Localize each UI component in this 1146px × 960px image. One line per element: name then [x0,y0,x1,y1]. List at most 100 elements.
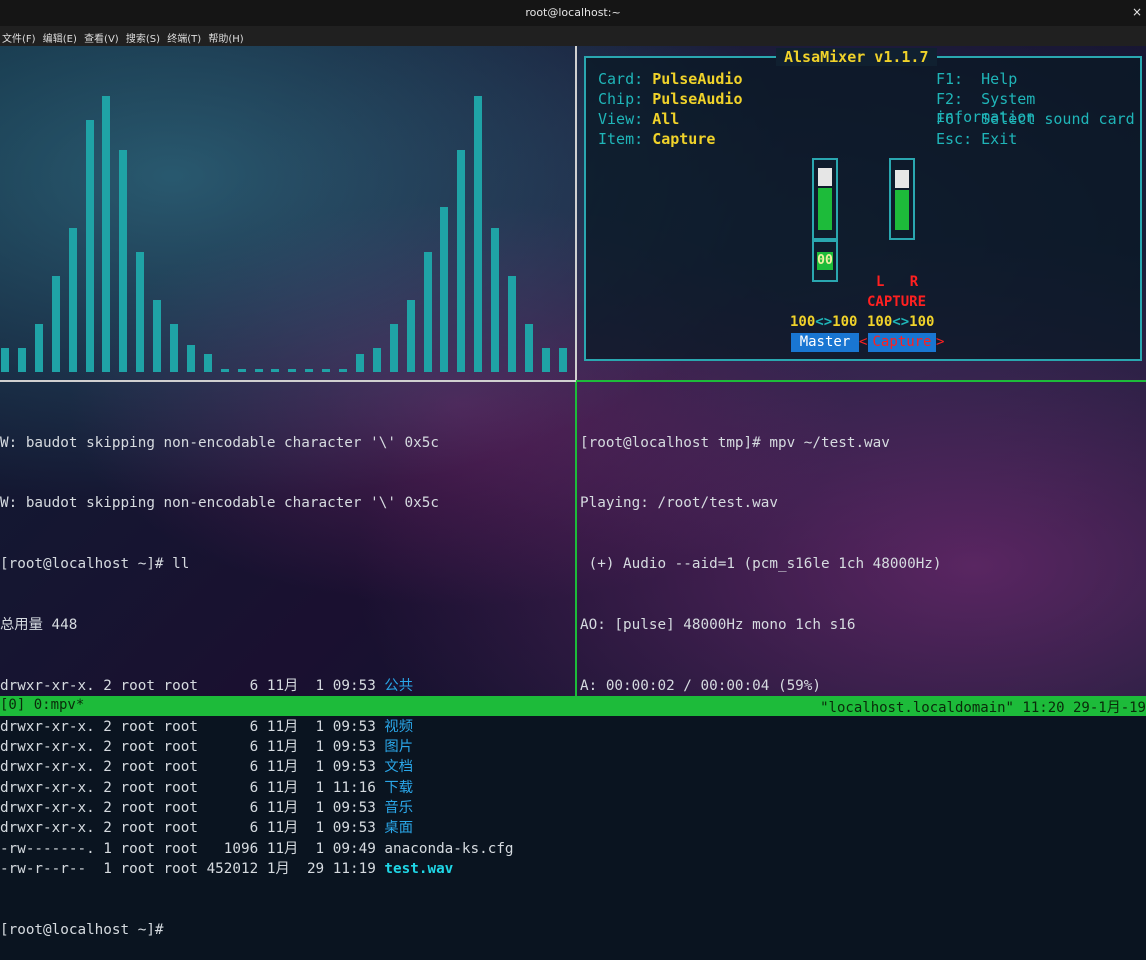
visualizer-bar [558,348,567,372]
visualizer-bar [491,228,500,372]
capture-lr-indicator: L R [876,274,919,290]
listing-row: -rw-------. 1 root root 1096 11月 1 09:49… [0,839,514,859]
listing-filename[interactable]: 下载 [384,780,413,796]
listing-meta: drwxr-xr-x. 2 root root 6 11月 1 09:53 [0,678,385,695]
visualizer-bar [372,348,381,372]
window-titlebar: root@localhost:~ × [0,0,1146,26]
listing-meta: drwxr-xr-x. 2 root root 6 11月 1 09:53 [0,739,385,756]
visualizer-bar [186,345,195,372]
pane-divider-horizontal-right-active[interactable] [576,380,1146,382]
terminal-line: [root@localhost ~]# ll [0,556,190,573]
master-value: 100<>100 [790,314,858,330]
visualizer-bar [322,369,331,372]
mixer-item-value: Capture [652,130,716,148]
master-mute-indicator: 00 [817,252,833,270]
listing-filename[interactable]: 音乐 [384,800,413,816]
listing-filename[interactable]: 公共 [384,678,413,694]
menu-search[interactable]: 搜索(S) [126,26,160,45]
tmux-status-bar: [0] 0:mpv* "localhost.localdomain" 11:20… [0,696,1146,716]
menu-view[interactable]: 查看(V) [84,26,119,45]
menu-terminal[interactable]: 终端(T) [167,26,201,45]
terminal-left-pane[interactable]: W: baudot skipping non-encodable charact… [0,392,514,960]
visualizer-bar [541,348,550,372]
listing-row: drwxr-xr-x. 2 root root 6 11月 1 09:53 公共 [0,676,514,696]
tmux-host-clock: "localhost.localdomain" 11:20 29-1月-19 [820,700,1146,716]
visualizer-bar [203,354,212,372]
listing-filename[interactable]: 视频 [384,719,413,735]
menu-file[interactable]: 文件(F) [2,26,36,45]
visualizer-bar [305,369,314,372]
close-icon[interactable]: × [1132,5,1142,19]
master-volume-slider[interactable] [812,158,838,240]
visualizer-bar [136,252,145,372]
terminal-line: 总用量 448 [0,617,78,634]
listing-row: drwxr-xr-x. 2 root root 6 11月 1 09:53 桌面 [0,818,514,838]
mpv-playing-line: Playing: /root/test.wav [580,495,778,512]
listing-row: -rw-r--r-- 1 root root 452012 1月 29 11:1… [0,859,514,879]
capture-channel-name[interactable]: Capture [868,333,936,352]
pane-divider-horizontal-left[interactable] [0,380,576,382]
visualizer-bar [474,96,483,372]
selected-marker-right: > [936,334,945,350]
tmux-window-list[interactable]: [0] 0:mpv* [0,697,84,713]
mixer-item-row: Item: Capture [598,130,715,148]
listing-row: drwxr-xr-x. 2 root root 6 11月 1 09:53 视频 [0,717,514,737]
mpv-progress-line: A: 00:00:02 / 00:00:04 (59%) [580,678,822,695]
visualizer-bar [457,150,466,372]
listing-filename[interactable]: test.wav [384,861,453,877]
terminal-line: W: baudot skipping non-encodable charact… [0,434,439,451]
visualizer-bar [34,324,43,372]
mixer-item-label: Item: [598,130,644,148]
terminal-prompt[interactable]: [root@localhost ~]# [0,920,514,940]
listing-meta: drwxr-xr-x. 2 root root 6 11月 1 09:53 [0,799,385,816]
capture-switch-label[interactable]: CAPTURE [867,294,926,310]
visualizer-bar [102,96,111,372]
listing-meta: drwxr-xr-x. 2 root root 6 11月 1 09:53 [0,759,385,776]
pane-divider-vertical[interactable] [575,46,577,382]
visualizer-bar [254,369,263,372]
visualizer-bar [423,252,432,372]
listing-filename[interactable]: 文档 [384,759,413,775]
listing-meta: drwxr-xr-x. 2 root root 6 11月 1 09:53 [0,820,385,837]
mixer-view-value: All [652,110,680,128]
listing-row: drwxr-xr-x. 2 root root 6 11月 1 09:53 文档 [0,757,514,777]
visualizer-bar [153,300,162,372]
listing-meta: -rw-r--r-- 1 root root 452012 1月 29 11:1… [0,860,385,877]
visualizer-bar [1,348,9,372]
terminal-right-pane[interactable]: [root@localhost tmp]# mpv ~/test.wav Pla… [580,392,942,717]
menu-edit[interactable]: 编辑(E) [43,26,77,45]
listing-meta: drwxr-xr-x. 2 root root 6 11月 1 11:16 [0,779,385,796]
mixer-chip-row: Chip: PulseAudio [598,90,743,108]
mixer-view-row: View: All [598,110,679,128]
mpv-ao-line: AO: [pulse] 48000Hz mono 1ch s16 [580,617,856,634]
mixer-chip-value: PulseAudio [652,90,743,108]
visualizer-bar [288,369,297,372]
capture-volume-slider[interactable] [889,158,915,240]
window-title: root@localhost:~ [525,6,621,19]
mpv-audio-track-line: (+) Audio --aid=1 (pcm_s16le 1ch 48000Hz… [580,556,942,573]
visualizer-bar [355,354,364,372]
master-mute-toggle[interactable]: 00 [812,240,838,282]
listing-row: drwxr-xr-x. 2 root root 6 11月 1 09:53 图片 [0,737,514,757]
visualizer-bar [440,207,449,372]
listing-filename[interactable]: 桌面 [384,820,413,836]
menu-bar: 文件(F) 编辑(E) 查看(V) 搜索(S) 终端(T) 帮助(H) [0,26,1146,46]
pane-divider-vertical-active[interactable] [575,382,577,696]
visualizer-bar [170,324,178,372]
mpv-command-line: [root@localhost tmp]# mpv ~/test.wav [580,434,890,451]
terminal-line: W: baudot skipping non-encodable charact… [0,495,439,512]
master-channel-name[interactable]: Master [791,333,859,352]
help-f1: F1: Help [936,70,1018,88]
visualizer-bar [220,369,229,372]
menu-help[interactable]: 帮助(H) [208,26,243,45]
listing-meta: -rw-------. 1 root root 1096 11月 1 09:49 [0,840,385,857]
visualizer-bar [17,348,26,372]
visualizer-bar [524,324,533,372]
listing-filename[interactable]: anaconda-ks.cfg [384,841,513,857]
mixer-card-label: Card: [598,70,644,88]
alsamixer-panel: AlsaMixer v1.1.7 Card: PulseAudio Chip: … [584,48,1142,361]
help-f6: F6: Select sound card [936,110,1135,128]
alsamixer-title: AlsaMixer v1.1.7 [776,48,937,66]
listing-filename[interactable]: 图片 [384,739,413,755]
help-esc: Esc: Exit [936,130,1018,148]
